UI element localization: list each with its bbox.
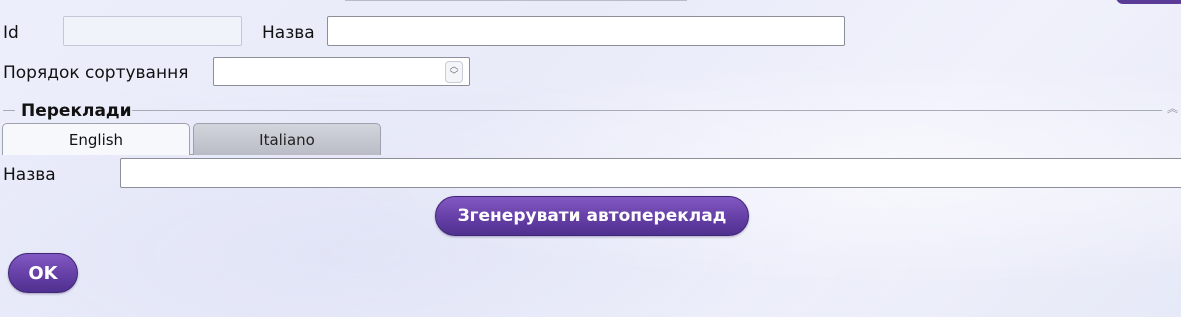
translation-name-field[interactable] (120, 158, 1181, 188)
translations-group-title: Переклади (21, 101, 132, 121)
top-button-edge[interactable] (1116, 0, 1181, 4)
tab-underline (190, 154, 193, 155)
generate-autotranslate-button[interactable]: Згенерувати автопереклад (435, 196, 749, 236)
tab-english[interactable]: English (2, 123, 190, 155)
name-label: Назва (262, 23, 315, 43)
stepper-arrows[interactable]: ︿ ﹀ (445, 61, 463, 83)
collapse-icon[interactable]: ︽ (1167, 103, 1178, 114)
sort-order-label: Порядок сортування (3, 63, 189, 83)
group-border-right (132, 110, 1162, 111)
chevron-down-icon[interactable]: ﹀ (449, 72, 458, 81)
id-field (63, 16, 242, 46)
tab-italiano[interactable]: Italiano (193, 123, 381, 155)
translation-name-label: Назва (3, 165, 56, 185)
id-label: Id (3, 23, 19, 43)
top-divider (345, 0, 687, 1)
sort-order-stepper[interactable]: ︿ ﹀ (213, 57, 470, 86)
ok-button[interactable]: OK (8, 253, 78, 293)
name-field[interactable] (327, 16, 845, 46)
group-border-left (3, 110, 15, 111)
